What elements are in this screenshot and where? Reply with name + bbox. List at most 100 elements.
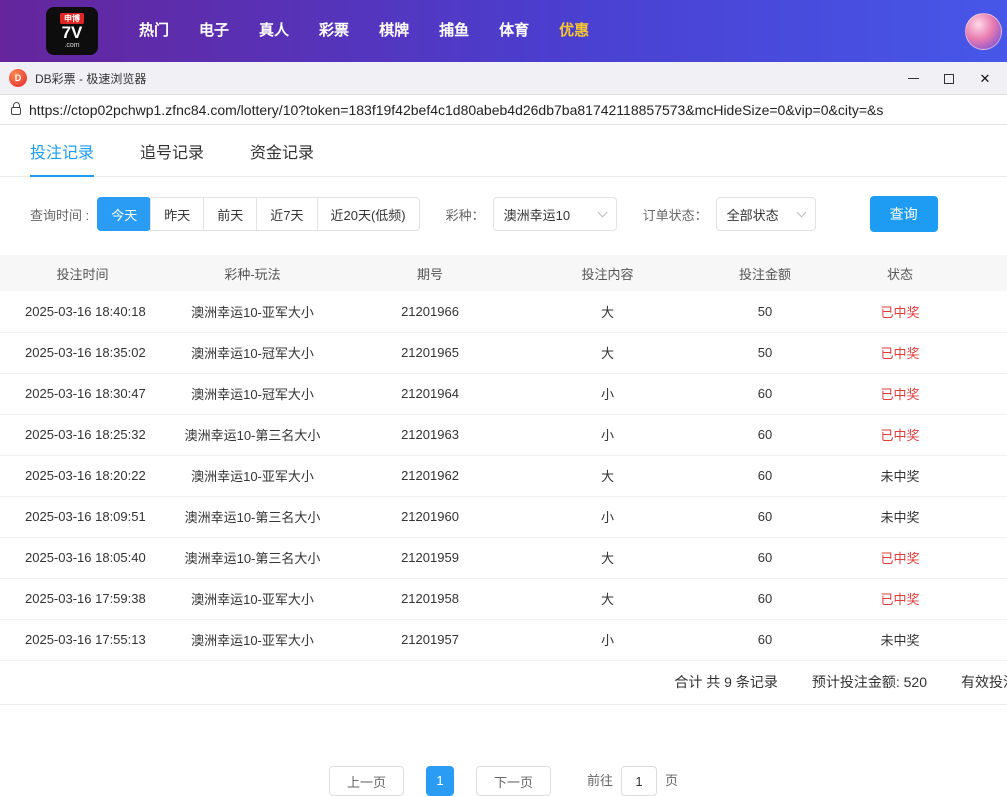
bet-records-table: 投注时间 彩种-玩法 期号 投注内容 投注金额 状态 2025-03-16 18:40:1… (0, 255, 1007, 661)
time-option-近20天(低频)[interactable]: 近20天(低频) (316, 197, 420, 231)
minimize-icon (907, 78, 919, 79)
cell-game: 澳洲幸运10-亚军大小 (165, 455, 340, 497)
tab-投注记录[interactable]: 投注记录 (30, 139, 95, 177)
next-page-button[interactable]: 下一页 (475, 766, 551, 796)
address-bar[interactable]: https://ctop02pchwp1.zfnc84.com/lottery/… (0, 95, 1007, 125)
cell-game: 澳洲幸运10-第三名大小 (165, 414, 340, 456)
cell-filler (965, 537, 1007, 579)
cell-time: 2025-03-16 17:55:13 (0, 619, 165, 661)
pagination: 上一页 1 下一页 前往 页 (0, 766, 1007, 796)
nav-item-捕鱼[interactable]: 捕鱼 (424, 0, 484, 62)
chevron-down-icon (597, 207, 608, 217)
table-row: 2025-03-16 18:40:18 澳洲幸运10-亚军大小 21201966 大 5… (0, 291, 1007, 333)
column-header: 投注内容 (520, 255, 695, 291)
logo-suffix: .com (64, 41, 80, 49)
prev-page-button[interactable]: 上一页 (328, 766, 404, 796)
column-header-filler (965, 255, 1007, 291)
nav-item-电子[interactable]: 电子 (184, 0, 244, 62)
cell-content: 大 (520, 455, 695, 497)
time-option-前天[interactable]: 前天 (203, 197, 258, 231)
nav-item-热门[interactable]: 热门 (124, 0, 184, 62)
cell-status: 已中奖 (835, 414, 965, 456)
table-row: 2025-03-16 17:55:13 澳洲幸运10-亚军大小 21201957 小 6… (0, 619, 1007, 661)
table-row: 2025-03-16 18:35:02 澳洲幸运10-冠军大小 21201965 大 5… (0, 332, 1007, 374)
cell-filler (965, 619, 1007, 661)
time-option-今天[interactable]: 今天 (97, 197, 152, 231)
cell-game: 澳洲幸运10-亚军大小 (165, 619, 340, 661)
page-unit-label: 页 (665, 773, 679, 788)
cell-game: 澳洲幸运10-冠军大小 (165, 332, 340, 374)
cell-amount: 60 (695, 496, 835, 538)
nav-item-棋牌[interactable]: 棋牌 (364, 0, 424, 62)
cell-content: 小 (520, 496, 695, 538)
cell-time: 2025-03-16 18:05:40 (0, 537, 165, 579)
cell-amount: 60 (695, 578, 835, 620)
order-status-select[interactable]: 全部状态 (715, 197, 816, 231)
cell-issue: 21201966 (340, 291, 520, 333)
lottery-select[interactable]: 澳洲幸运10 (492, 197, 617, 231)
nav-item-彩票[interactable]: 彩票 (304, 0, 364, 62)
cell-time: 2025-03-16 18:35:02 (0, 332, 165, 374)
current-page[interactable]: 1 (425, 766, 454, 796)
site-top-bar: 申博 7V .com 热门 电子 真人 彩票 棋牌 捕鱼 体育 优惠 (0, 0, 1007, 62)
tab-追号记录[interactable]: 追号记录 (140, 139, 204, 176)
cell-filler (965, 496, 1007, 538)
window-controls: ✕ (895, 62, 1003, 95)
nav-item-优惠[interactable]: 优惠 (544, 0, 604, 62)
goto-page-input[interactable] (621, 766, 658, 796)
cell-status: 未中奖 (835, 496, 965, 538)
table-row: 2025-03-16 18:20:22 澳洲幸运10-亚军大小 21201962 大 6… (0, 455, 1007, 497)
tab-资金记录[interactable]: 资金记录 (250, 139, 314, 176)
cell-content: 大 (520, 578, 695, 620)
nav-item-真人[interactable]: 真人 (244, 0, 304, 62)
cell-issue: 21201963 (340, 414, 520, 456)
cell-issue: 21201957 (340, 619, 520, 661)
lottery-select-value: 澳洲幸运10 (503, 207, 571, 223)
bet-table-body: 2025-03-16 18:40:18 澳洲幸运10-亚军大小 21201966 大 5… (0, 291, 1007, 661)
cell-status: 已中奖 (835, 291, 965, 333)
window-title: DB彩票 - 极速浏览器 (35, 71, 147, 86)
cell-content: 大 (520, 537, 695, 579)
lottery-filter-label: 彩种： (445, 207, 485, 223)
column-header: 投注金额 (695, 255, 835, 291)
status-filter-label: 订单状态： (642, 207, 708, 223)
user-avatar[interactable] (965, 13, 1002, 50)
site-logo[interactable]: 申博 7V .com (46, 7, 98, 55)
lock-icon (11, 101, 21, 115)
summary-item: 合计 共 9 条记录 (674, 674, 778, 690)
cell-status: 未中奖 (835, 619, 965, 661)
cell-amount: 60 (695, 619, 835, 661)
search-button[interactable]: 查询 (869, 196, 938, 232)
cell-time: 2025-03-16 18:25:32 (0, 414, 165, 456)
cell-amount: 50 (695, 291, 835, 333)
time-option-近7天[interactable]: 近7天 (256, 197, 318, 231)
cell-issue: 21201959 (340, 537, 520, 579)
close-button[interactable]: ✕ (967, 62, 1003, 95)
cell-issue: 21201965 (340, 332, 520, 374)
cell-issue: 21201960 (340, 496, 520, 538)
cell-time: 2025-03-16 18:40:18 (0, 291, 165, 333)
bet-table-head-row: 投注时间 彩种-玩法 期号 投注内容 投注金额 状态 (0, 255, 1007, 291)
minimize-button[interactable] (895, 62, 931, 95)
nav-item-体育[interactable]: 体育 (484, 0, 544, 62)
cell-time: 2025-03-16 18:20:22 (0, 455, 165, 497)
cell-filler (965, 414, 1007, 456)
table-row: 2025-03-16 18:30:47 澳洲幸运10-冠军大小 21201964 小 6… (0, 373, 1007, 415)
column-header: 彩种-玩法 (165, 255, 340, 291)
cell-game: 澳洲幸运10-亚军大小 (165, 578, 340, 620)
site-favicon-icon: D (9, 69, 27, 87)
cell-issue: 21201964 (340, 373, 520, 415)
cell-status: 已中奖 (835, 537, 965, 579)
page-url: https://ctop02pchwp1.zfnc84.com/lottery/… (29, 101, 884, 118)
table-row: 2025-03-16 18:09:51 澳洲幸运10-第三名大小 21201960 小… (0, 496, 1007, 538)
record-tabs: 投注记录 追号记录 资金记录 (0, 126, 1007, 177)
cell-filler (965, 373, 1007, 415)
time-option-昨天[interactable]: 昨天 (150, 197, 205, 231)
cell-time: 2025-03-16 17:59:38 (0, 578, 165, 620)
maximize-icon (944, 73, 954, 84)
cell-filler (965, 455, 1007, 497)
cell-amount: 60 (695, 414, 835, 456)
logo-text: 7V (61, 22, 83, 42)
cell-issue: 21201958 (340, 578, 520, 620)
maximize-button[interactable] (931, 62, 967, 95)
